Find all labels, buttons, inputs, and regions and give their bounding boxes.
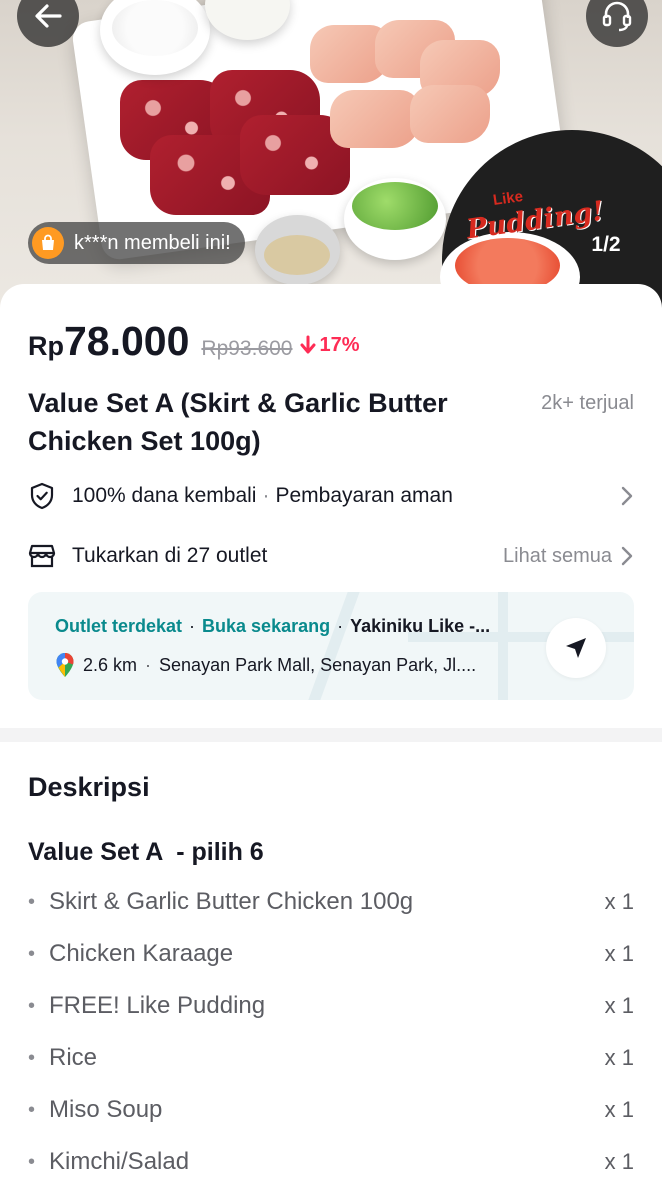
product-title: Value Set A (Skirt & Garlic Butter Chick… [28,388,448,456]
garlic-butter-sauce [264,235,330,275]
list-item: • Miso Soup x 1 [28,1084,634,1136]
bullet: • [28,942,36,965]
price-row: Rp 78.000 Rp93.600 17% [28,318,360,365]
item-qty: x 1 [604,1149,634,1174]
navigate-button[interactable] [546,618,606,678]
outlet-address: Senayan Park Mall, Senayan Park, Jl.... [159,654,477,675]
chevron-right-icon [621,486,633,506]
recent-buyer-text: k***n membeli ini! [74,231,231,254]
set-items-list: • Skirt & Garlic Butter Chicken 100g x 1… [28,876,634,1188]
price-value: 78.000 [64,318,190,364]
arrow-down-icon [300,335,316,354]
secure-payment: Pembayaran aman [275,484,453,507]
discount-badge: 17% [300,333,360,357]
price-currency: Rp [28,331,64,361]
item-qty: x 1 [604,993,634,1018]
bullet: • [28,1150,36,1173]
chevron-right-icon [621,546,633,566]
headset-icon [602,1,632,32]
bullet: • [28,1098,36,1121]
nearest-outlet-card[interactable]: Outlet terdekat · Buka sekarang · Yakini… [28,592,634,700]
slide-indicator: 1/2 [591,233,621,256]
map-road [308,592,360,700]
item-name: Skirt & Garlic Butter Chicken 100g [49,888,414,915]
redeem-outlets-row[interactable]: Tukarkan di 27 outlet Lihat semua [28,536,634,576]
list-item: • FREE! Like Pudding x 1 [28,980,634,1032]
bullet: • [28,1046,36,1069]
see-all-outlets-link[interactable]: Lihat semua [503,545,634,568]
description-heading: Deskripsi [28,772,150,802]
map-pin-icon [56,653,74,677]
item-name: Rice [49,1044,98,1071]
product-image-carousel[interactable]: Like Pudding! k***n membeli ini! 1/2 [0,0,662,310]
guarantee-chevron[interactable] [620,485,634,507]
item-qty: x 1 [604,1045,634,1070]
list-item: • Kimchi/Salad x 1 [28,1136,634,1188]
navigation-arrow-icon [566,638,586,658]
item-name: Kimchi/Salad [49,1148,190,1175]
item-qty: x 1 [604,1097,634,1122]
outlet-distance: 2.6 km [83,654,138,675]
bullet: • [28,994,36,1017]
list-item: • Skirt & Garlic Butter Chicken 100g x 1 [28,876,634,928]
guarantee-text: 100% dana kembali · Pembayaran aman [72,484,453,507]
item-qty: x 1 [604,941,634,966]
list-item: • Rice x 1 [28,1032,634,1084]
outlet-name: Yakiniku Like -... [350,616,491,636]
set-title: Value Set A - pilih 6 [28,838,264,866]
open-now-label: Buka sekarang [202,616,331,636]
chicken-slice [410,85,490,143]
shield-check-icon [28,482,56,510]
salad [352,182,438,230]
store-icon [28,542,56,570]
shopping-bag-icon [32,227,64,259]
sold-count: 2k+ terjual [541,392,634,414]
discount-percent: 17% [319,333,360,356]
nearest-label: Outlet terdekat [55,616,183,636]
map-road [498,592,508,700]
outlet-status-line: Outlet terdekat · Buka sekarang · Yakini… [55,616,491,636]
bullet: • [28,890,36,913]
arrow-left-icon [35,4,62,28]
refund-guarantee: 100% dana kembali [72,484,257,507]
redeem-text: Tukarkan di 27 outlet [72,544,268,567]
see-all-label: Lihat semua [503,544,612,567]
item-name: FREE! Like Pudding [49,992,266,1019]
outlet-address-line: 2.6 km · Senayan Park Mall, Senayan Park… [55,652,476,678]
rice [112,0,198,56]
guarantee-row[interactable]: 100% dana kembali · Pembayaran aman [28,476,634,516]
list-item: • Chicken Karaage x 1 [28,928,634,980]
recent-buyer-pill: k***n membeli ini! [28,222,245,264]
section-divider [0,728,662,742]
item-name: Chicken Karaage [49,940,234,967]
original-price: Rp93.600 [201,337,293,360]
item-qty: x 1 [604,889,634,914]
chicken-slice [330,90,420,148]
item-name: Miso Soup [49,1096,163,1123]
